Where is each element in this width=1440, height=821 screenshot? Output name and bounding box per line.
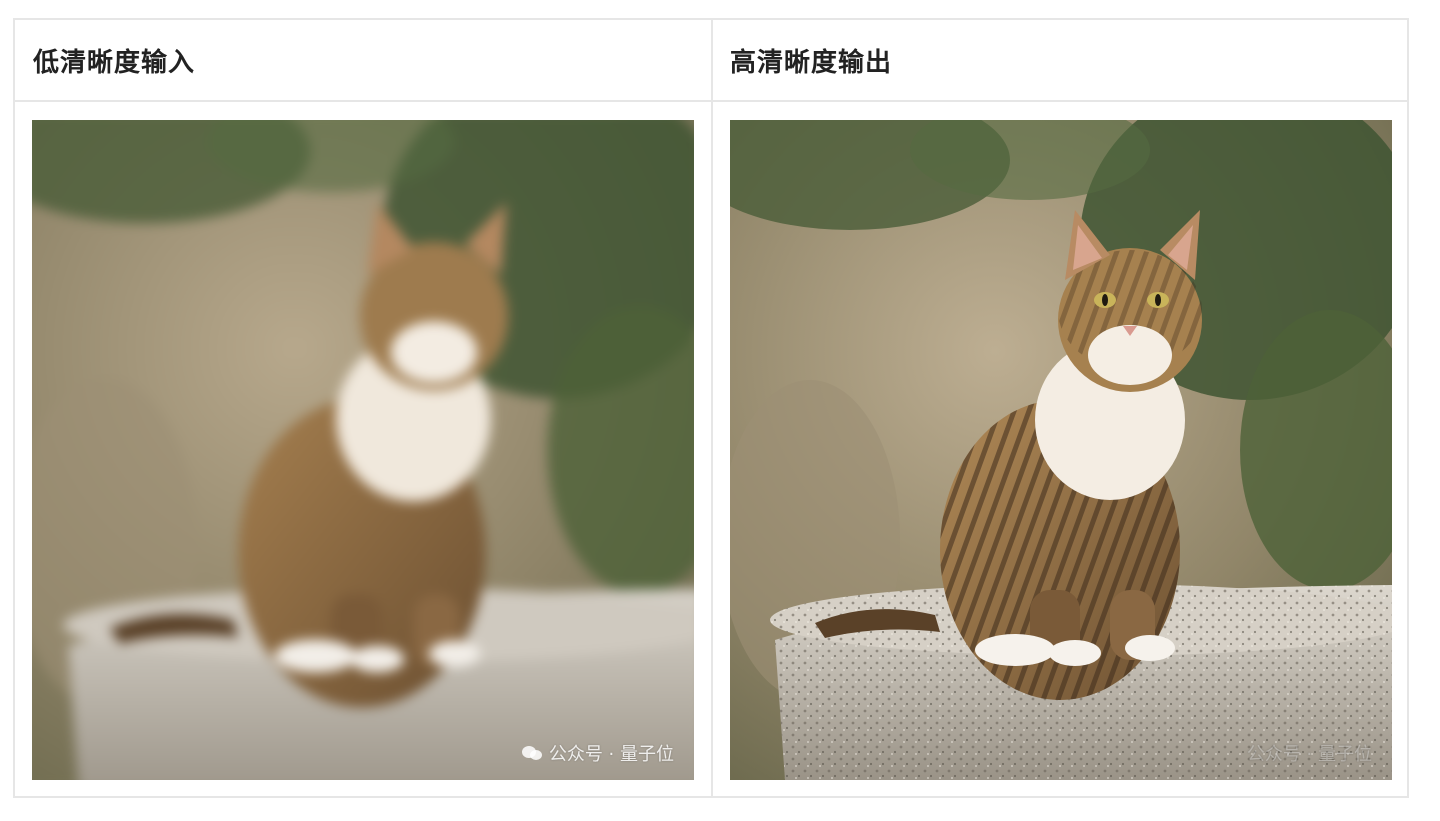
header-high-res: 高清晰度输出: [730, 47, 893, 78]
high-res-image: 公众号 · 量子位: [730, 120, 1392, 780]
header-low-res: 低清晰度输入: [33, 47, 196, 78]
cat-photo-blurred-icon: [32, 120, 694, 780]
watermark-text: 公众号 · 量子位: [548, 744, 674, 765]
watermark-right: 公众号 · 量子位: [1247, 740, 1372, 766]
cat-photo-sharp-icon: [730, 120, 1392, 780]
column-divider: [711, 20, 713, 796]
wechat-icon: [521, 746, 542, 760]
comparison-table: 低清晰度输入 高清晰度输出 公众号 · 量子位 公众号 · 量子位: [13, 18, 1409, 798]
watermark-text: 公众号 · 量子位: [1246, 744, 1372, 765]
watermark-left: 公众号 · 量子位: [521, 740, 674, 766]
low-res-image: 公众号 · 量子位: [32, 120, 694, 780]
